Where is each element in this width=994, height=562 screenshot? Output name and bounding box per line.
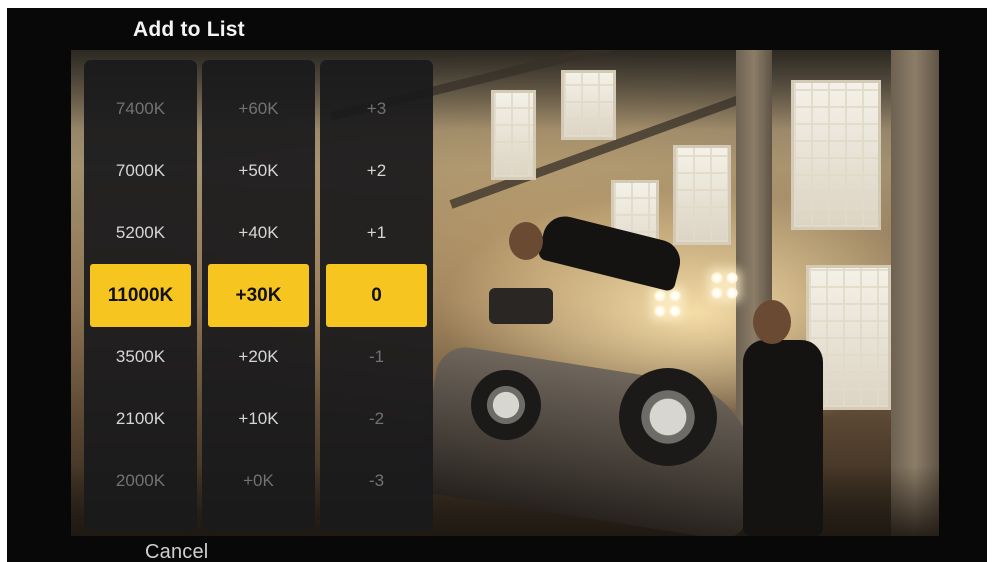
- kelvin-option[interactable]: 2100K: [84, 388, 197, 450]
- window: [673, 145, 731, 245]
- tint-option[interactable]: -2: [320, 388, 433, 450]
- car-tire: [619, 368, 717, 466]
- kelvin-option[interactable]: 3500K: [84, 326, 197, 388]
- kelvin-option[interactable]: 7000K: [84, 140, 197, 202]
- camera-rig: [489, 288, 553, 324]
- kelvin-option[interactable]: 2000K: [84, 450, 197, 512]
- tint-option[interactable]: +3: [320, 78, 433, 140]
- offset-column[interactable]: +60K +50K +40K +30K +20K +10K +0K: [202, 60, 315, 531]
- window: [491, 90, 536, 180]
- kelvin-column[interactable]: 7400K 7000K 5200K 11000K 3500K 2100K 200…: [84, 60, 197, 531]
- offset-option[interactable]: +60K: [202, 78, 315, 140]
- light-bulb: [669, 305, 681, 317]
- offset-option[interactable]: +40K: [202, 202, 315, 264]
- kelvin-option-selected[interactable]: 11000K: [90, 264, 191, 327]
- tint-option-selected[interactable]: 0: [326, 264, 427, 327]
- light-bulb: [654, 290, 666, 302]
- kelvin-option[interactable]: 7400K: [84, 78, 197, 140]
- dialog-title: Add to List: [133, 18, 245, 41]
- tint-column[interactable]: +3 +2 +1 0 -1 -2 -3: [320, 60, 433, 531]
- kelvin-option[interactable]: 5200K: [84, 202, 197, 264]
- light-bulb: [654, 305, 666, 317]
- tint-option[interactable]: -3: [320, 450, 433, 512]
- light-bulb: [726, 287, 738, 299]
- light-bulb: [711, 287, 723, 299]
- window: [791, 80, 881, 230]
- offset-option[interactable]: +0K: [202, 450, 315, 512]
- flying-operator-head: [509, 222, 543, 260]
- window: [561, 70, 616, 140]
- offset-option[interactable]: +50K: [202, 140, 315, 202]
- standing-operator-head: [753, 300, 791, 344]
- tint-option[interactable]: +2: [320, 140, 433, 202]
- tint-option[interactable]: -1: [320, 326, 433, 388]
- tint-option[interactable]: +1: [320, 202, 433, 264]
- pillar: [891, 50, 939, 536]
- light-bulb: [726, 272, 738, 284]
- car-tire: [471, 370, 541, 440]
- offset-option[interactable]: +10K: [202, 388, 315, 450]
- light-bulb: [669, 290, 681, 302]
- light-bulb: [711, 272, 723, 284]
- cancel-button[interactable]: Cancel: [145, 541, 208, 562]
- offset-option-selected[interactable]: +30K: [208, 264, 309, 327]
- standing-operator: [743, 340, 823, 536]
- offset-option[interactable]: +20K: [202, 326, 315, 388]
- screen: Add to List 7400K 7000K 5200K 11000K 350…: [7, 8, 987, 562]
